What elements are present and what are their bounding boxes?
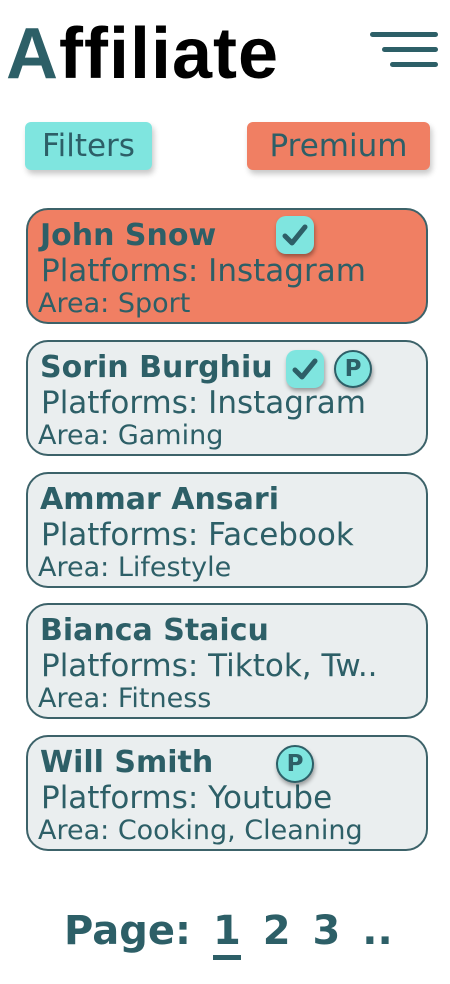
affiliate-platforms: Platforms: Facebook — [41, 517, 354, 553]
pagination: Page: 1 2 3 .. — [64, 900, 393, 962]
affiliate-area: Area: Cooking, Cleaning — [38, 815, 363, 846]
page-link[interactable]: 2 — [263, 900, 291, 962]
menu-bar-bottom — [390, 62, 438, 67]
affiliate-platforms: Platforms: Youtube — [41, 780, 333, 816]
affiliate-name: Ammar Ansari — [40, 482, 279, 517]
affiliate-card[interactable]: Ammar Ansari Platforms: Facebook Area: L… — [26, 472, 428, 588]
menu-bar-top — [370, 32, 438, 37]
app-logo: Affiliate — [6, 12, 279, 96]
affiliate-card[interactable]: John Snow Platforms: Instagram Area: Spo… — [26, 208, 428, 324]
affiliate-platforms: Platforms: Tiktok, Tw.. — [41, 648, 378, 684]
affiliate-name: John Snow — [40, 218, 217, 253]
affiliate-platforms: Platforms: Instagram — [41, 385, 366, 421]
page-link-more[interactable]: .. — [362, 900, 392, 962]
verified-check-icon — [286, 350, 324, 388]
premium-button[interactable]: Premium — [247, 122, 430, 170]
logo-rest: ffiliate — [59, 14, 280, 94]
page-link-current[interactable]: 1 — [212, 900, 241, 962]
affiliate-name: Will Smith — [40, 745, 214, 780]
verified-check-icon — [276, 216, 314, 254]
affiliate-area: Area: Gaming — [38, 420, 224, 451]
hamburger-menu-icon[interactable] — [368, 30, 440, 70]
pagination-label: Page: — [64, 908, 191, 954]
affiliate-area: Area: Sport — [38, 288, 191, 319]
affiliate-card[interactable]: Bianca Staicu Platforms: Tiktok, Tw.. Ar… — [26, 603, 428, 719]
premium-p-icon: P — [334, 350, 372, 388]
logo-first-letter: A — [6, 14, 59, 94]
page-link[interactable]: 3 — [313, 900, 341, 962]
menu-bar-middle — [382, 47, 438, 52]
affiliate-card[interactable]: Will Smith Platforms: Youtube Area: Cook… — [26, 735, 428, 851]
affiliate-platforms: Platforms: Instagram — [41, 253, 366, 289]
affiliate-name: Bianca Staicu — [40, 613, 269, 648]
affiliate-area: Area: Fitness — [38, 683, 212, 714]
premium-p-icon: P — [276, 745, 314, 783]
filters-button[interactable]: Filters — [25, 122, 152, 170]
affiliate-card[interactable]: Sorin Burghiu Platforms: Instagram Area:… — [26, 340, 428, 456]
affiliate-name: Sorin Burghiu — [40, 350, 273, 385]
affiliate-area: Area: Lifestyle — [38, 552, 232, 583]
